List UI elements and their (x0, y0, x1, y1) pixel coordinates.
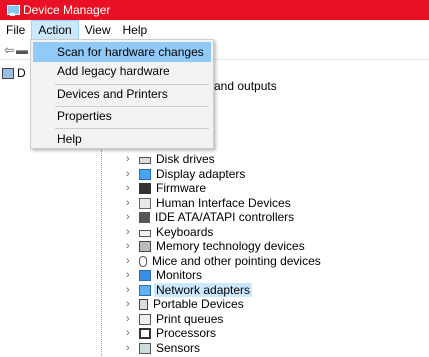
chevron-right-icon[interactable]: › (126, 197, 138, 209)
tree-item-label: IDE ATA/ATAPI controllers (155, 210, 295, 224)
chevron-right-icon[interactable]: › (126, 168, 138, 180)
back-arrow-icon[interactable]: ⇦ (3, 43, 15, 57)
display-adapter-icon (139, 168, 151, 180)
tree-item[interactable]: › Firmware (126, 181, 208, 195)
tree-item[interactable]: › Memory technology devices (126, 239, 307, 253)
chevron-right-icon[interactable]: › (126, 327, 138, 339)
tree-item[interactable]: › Display adapters (126, 167, 247, 181)
hid-icon (139, 197, 151, 209)
tree-guide-line (101, 141, 102, 357)
menu-item-scan-hardware[interactable]: Scan for hardware changes (33, 42, 211, 62)
menu-help[interactable]: Help (117, 20, 154, 40)
tree-item[interactable]: › IDE ATA/ATAPI controllers (126, 210, 296, 224)
tree-item-label: Keyboards (156, 225, 214, 239)
tree-item-label: Processors (156, 326, 217, 340)
processor-icon (139, 327, 151, 339)
disk-drive-icon (139, 157, 151, 164)
chevron-right-icon[interactable]: › (126, 182, 138, 194)
tree-item-label: Firmware (156, 181, 206, 195)
menu-action[interactable]: Action (31, 20, 79, 40)
menu-file[interactable]: File (0, 20, 31, 40)
tree-item-label: Portable Devices (153, 297, 244, 311)
menu-item-help[interactable]: Help (33, 129, 211, 149)
ide-controller-icon (139, 211, 150, 223)
tree-item[interactable]: › Mice and other pointing devices (126, 254, 323, 268)
tree-item[interactable]: › Processors (126, 326, 218, 340)
tree-item[interactable]: › Sensors (126, 341, 202, 355)
portable-device-icon (139, 298, 148, 310)
chevron-right-icon[interactable]: › (126, 255, 138, 267)
tree-item[interactable]: › Monitors (126, 268, 204, 282)
menu-item-add-legacy-hardware[interactable]: Add legacy hardware (33, 61, 211, 81)
chevron-right-icon[interactable]: › (126, 342, 138, 354)
tree-item-label: Monitors (156, 268, 203, 282)
chevron-right-icon[interactable]: › (126, 313, 138, 325)
keyboard-icon (139, 230, 151, 237)
tree-item[interactable]: › Keyboards (126, 225, 215, 239)
tree-item-partial[interactable]: and outputs (214, 79, 277, 93)
menu-view[interactable]: View (79, 20, 117, 40)
tree-item-label: Human Interface Devices (156, 196, 291, 210)
chevron-right-icon[interactable]: › (126, 211, 138, 223)
chevron-right-icon[interactable]: › (126, 284, 138, 296)
printer-icon (139, 313, 151, 325)
firmware-icon (139, 182, 151, 194)
tree-item-label: Print queues (156, 312, 224, 326)
tree-item-label: Disk drives (156, 152, 215, 166)
tree-item[interactable]: › Print queues (126, 312, 225, 326)
tree-item-label: Mice and other pointing devices (152, 254, 321, 268)
tree-item[interactable]: › Portable Devices (126, 297, 246, 311)
tree-item[interactable]: › Network adapters (126, 283, 253, 297)
device-manager-icon (7, 4, 20, 16)
network-adapter-icon (139, 284, 151, 296)
chevron-right-icon[interactable]: › (126, 298, 138, 310)
memory-icon (139, 240, 151, 252)
tree-item[interactable]: › Human Interface Devices (126, 196, 293, 210)
computer-icon (2, 67, 14, 79)
tree-item-label: Memory technology devices (156, 239, 305, 253)
menu-bar: File Action View Help (0, 20, 429, 40)
tree-item[interactable]: › Disk drives (126, 152, 217, 166)
chevron-right-icon[interactable]: › (126, 240, 138, 252)
menu-item-devices-printers[interactable]: Devices and Printers (33, 84, 211, 104)
tree-item-label: Network adapters (154, 283, 253, 297)
menu-item-properties[interactable]: Properties (33, 106, 211, 126)
tree-item-label: Sensors (156, 341, 201, 355)
chevron-right-icon[interactable]: › (126, 226, 138, 238)
tree-root-label: D (17, 66, 26, 80)
forward-arrow-icon[interactable]: ▬ (16, 43, 28, 57)
title-bar: Device Manager (0, 0, 429, 20)
chevron-right-icon[interactable]: › (126, 153, 138, 165)
window-title: Device Manager (23, 3, 111, 17)
mouse-icon (139, 255, 147, 267)
action-menu: Scan for hardware changes Add legacy har… (30, 39, 214, 149)
tree-item-label: Display adapters (156, 167, 246, 181)
tree-root[interactable]: D (2, 66, 26, 80)
monitor-icon (139, 269, 151, 281)
chevron-right-icon[interactable]: › (126, 269, 138, 281)
sensor-icon (139, 342, 151, 354)
